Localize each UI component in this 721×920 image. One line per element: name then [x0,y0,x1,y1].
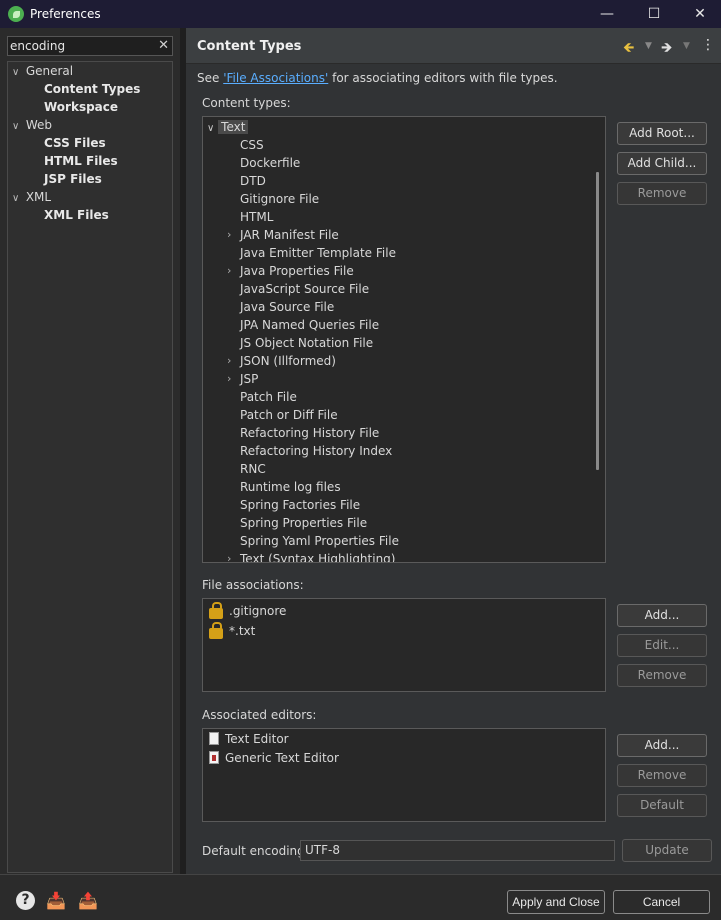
tree-item-label: JPA Named Queries File [240,318,380,332]
chevron-right-icon[interactable]: › [227,370,231,388]
dialog-footer: ? 📥 📤 Apply and Close Cancel [0,874,721,920]
tree-item-text-label: Text [218,120,249,134]
edit-association-button[interactable]: Edit... [617,634,707,657]
list-item[interactable]: Generic Text Editor [209,748,339,768]
right-panel: Content Types 🡸 ▼ 🡺 ▼ ⋮ See 'File Associ… [186,28,721,874]
tree-item-label: JS Object Notation File [240,336,374,350]
tree-item-label: Patch File [240,390,297,404]
add-editor-button[interactable]: Add... [617,734,707,757]
tree-item-label: Refactoring History Index [240,444,393,458]
list-item[interactable]: *.txt [209,621,255,641]
list-item[interactable]: .gitignore [209,601,286,621]
import-icon[interactable]: 📥 [46,891,66,910]
tree-item-label: Spring Factories File [240,498,361,512]
tree-item-label: Java Emitter Template File [240,246,396,260]
tree-item-jsp-files[interactable]: JSP Files [44,170,102,188]
tree-item-css-files[interactable]: CSS Files [44,134,106,152]
apply-and-close-button[interactable]: Apply and Close [507,890,605,914]
chevron-down-icon[interactable]: ∨ [12,190,22,208]
tree-item-label: Refactoring History File [240,426,380,440]
maximize-button[interactable]: ☐ [631,0,677,28]
lock-icon [209,602,223,619]
tree-item-label: CSS [240,138,264,152]
tree-item-html-files[interactable]: HTML Files [44,152,118,170]
tree-item-workspace[interactable]: Workspace [44,98,118,116]
file-associations-label: File associations: [202,578,304,592]
associated-editors-list[interactable]: Text Editor Generic Text Editor [202,728,606,822]
default-editor-button[interactable]: Default [617,794,707,817]
back-arrow-icon[interactable]: 🡸 [623,37,634,61]
cancel-button[interactable]: Cancel [613,890,710,914]
scrollbar-thumb[interactable] [596,172,599,470]
back-menu-chevron-icon[interactable]: ▼ [645,41,652,51]
minimize-button[interactable]: — [584,0,630,28]
filter-input[interactable]: encoding ✕ [7,36,173,56]
filter-text: encoding [10,39,66,53]
tree-item-label: Java Properties File [240,264,354,278]
update-encoding-button[interactable]: Update [622,839,712,862]
window-title: Preferences [30,7,101,21]
tree-item-general[interactable]: ∨ General [12,62,73,80]
tree-item-label: Runtime log files [240,480,341,494]
export-icon[interactable]: 📤 [78,891,98,910]
chevron-right-icon[interactable]: › [227,550,231,562]
tree-item-xml[interactable]: ∨ XML [12,188,51,206]
remove-content-type-button[interactable]: Remove [617,182,707,205]
default-encoding-label: Default encoding: [202,844,309,858]
chevron-right-icon[interactable]: › [227,226,231,244]
clear-filter-icon[interactable]: ✕ [158,37,169,55]
tree-item-label: Text (Syntax Highlighting) [240,552,396,563]
chevron-right-icon[interactable]: › [227,352,231,370]
remove-association-button[interactable]: Remove [617,664,707,687]
tree-item-label: Spring Properties File [240,516,368,530]
tree-item-label: JSON (Illformed) [240,354,336,368]
file-associations-list[interactable]: .gitignore *.txt [202,598,606,692]
tree-item-label: JavaScript Source File [240,282,370,296]
remove-editor-button[interactable]: Remove [617,764,707,787]
forward-menu-chevron-icon[interactable]: ▼ [683,41,690,51]
title-bar: Preferences — ☐ ✕ [0,0,721,28]
chevron-down-icon[interactable]: ∨ [207,123,214,134]
chevron-down-icon[interactable]: ∨ [12,64,22,82]
file-associations-link[interactable]: 'File Associations' [223,71,328,85]
preference-tree[interactable]: ∨ General Content Types Workspace ∨ Web … [7,61,173,873]
left-panel: encoding ✕ ∨ General Content Types Works… [0,28,180,874]
tree-item-web[interactable]: ∨ Web [12,116,52,134]
tree-item-label: RNC [240,462,266,476]
tree-item-label: Patch or Diff File [240,408,338,422]
tree-item-label: Java Source File [240,300,335,314]
file-associations-hint: See 'File Associations' for associating … [197,71,558,85]
list-item[interactable]: Text Editor [209,729,289,749]
tree-item-label: JSP [240,372,259,386]
tree-item-content-types[interactable]: Content Types [44,80,140,98]
tree-item-xml-files[interactable]: XML Files [44,206,109,224]
content-types-label: Content types: [202,96,291,110]
page-title: Content Types [197,39,302,54]
spring-app-icon [8,6,24,22]
tree-item-label: DTD [240,174,266,188]
tree-item-label: Spring Yaml Properties File [240,534,399,548]
tree-item-label: JAR Manifest File [240,228,339,242]
page-header: Content Types 🡸 ▼ 🡺 ▼ ⋮ [186,28,721,64]
tree-item-text[interactable]: ∨ Text [207,118,249,136]
tree-item-label: Dockerfile [240,156,301,170]
text-editor-icon [209,732,219,745]
add-child-button[interactable]: Add Child... [617,152,707,175]
generic-editor-icon [209,751,219,764]
add-root-button[interactable]: Add Root... [617,122,707,145]
help-icon[interactable]: ? [16,891,35,910]
forward-arrow-icon[interactable]: 🡺 [661,37,672,61]
content-types-tree[interactable]: ∨ Text CSS Dockerfile DTD Gitignore File HTM… [202,116,606,563]
add-association-button[interactable]: Add... [617,604,707,627]
chevron-down-icon[interactable]: ∨ [12,118,22,136]
tree-item-label: HTML [240,210,274,224]
chevron-right-icon[interactable]: › [227,262,231,280]
associated-editors-label: Associated editors: [202,708,317,722]
tree-item-label: Gitignore File [240,192,320,206]
close-button[interactable]: ✕ [677,0,721,28]
default-encoding-input[interactable]: UTF-8 [300,840,615,861]
more-options-icon[interactable]: ⋮ [701,37,715,53]
lock-icon [209,622,223,639]
